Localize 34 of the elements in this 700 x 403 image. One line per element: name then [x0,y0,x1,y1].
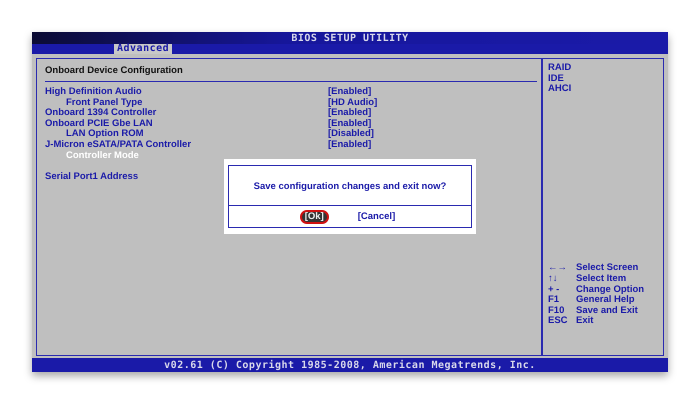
setting-label[interactable]: High Definition Audio [45,87,328,98]
setting-value: [HD Audio] [328,98,378,108]
setting-label[interactable]: J-Micron eSATA/PATA Controller [45,140,328,151]
option-text: AHCI [548,84,572,95]
option-text: RAID [548,63,572,74]
key-action: Save and Exit [576,306,638,316]
setting-value: [Enabled] [328,87,372,98]
copyright-text: v02.61 (C) Copyright 1985-2008, American Megatrends, Inc. [164,360,536,370]
option-text: IDE [548,74,565,84]
key-name: F10 [548,306,566,316]
key-action: Change Option [576,284,644,295]
tab[interactable]: Advanced [114,44,172,54]
key-action: Select Item [576,274,626,285]
window-title: BIOS SETUP UTILITY [291,32,409,44]
setting-value: [Enabled] [328,140,372,151]
key-action: Select Screen [576,263,638,274]
key-action: Exit [576,316,594,327]
key-name: F1 [548,295,560,306]
key-action: General Help [576,295,635,306]
setting-label[interactable]: Onboard PCIE Gbe LAN [45,118,328,130]
setting-label[interactable]: Front Panel Type [45,98,328,108]
key-name: + - [548,284,560,296]
dialog-button[interactable]: [Cancel] [352,210,400,224]
dialog-message: Save configuration changes and exit now? [229,166,471,206]
key-name: ↑↓ [548,274,558,285]
setting-value: [Enabled] [328,108,372,119]
dialog-button[interactable]: [Ok] [300,210,329,224]
setting-label[interactable]: LAN Option ROM [45,129,328,140]
setting-value: [Disabled] [328,129,374,140]
key-name: ←→ [548,263,568,274]
panel-title: Onboard Device Configuration [45,59,537,82]
setting-label[interactable]: Onboard 1394 Controller [45,108,328,119]
key-name: ESC [548,316,569,327]
setting-value: [Enabled] [328,118,372,129]
